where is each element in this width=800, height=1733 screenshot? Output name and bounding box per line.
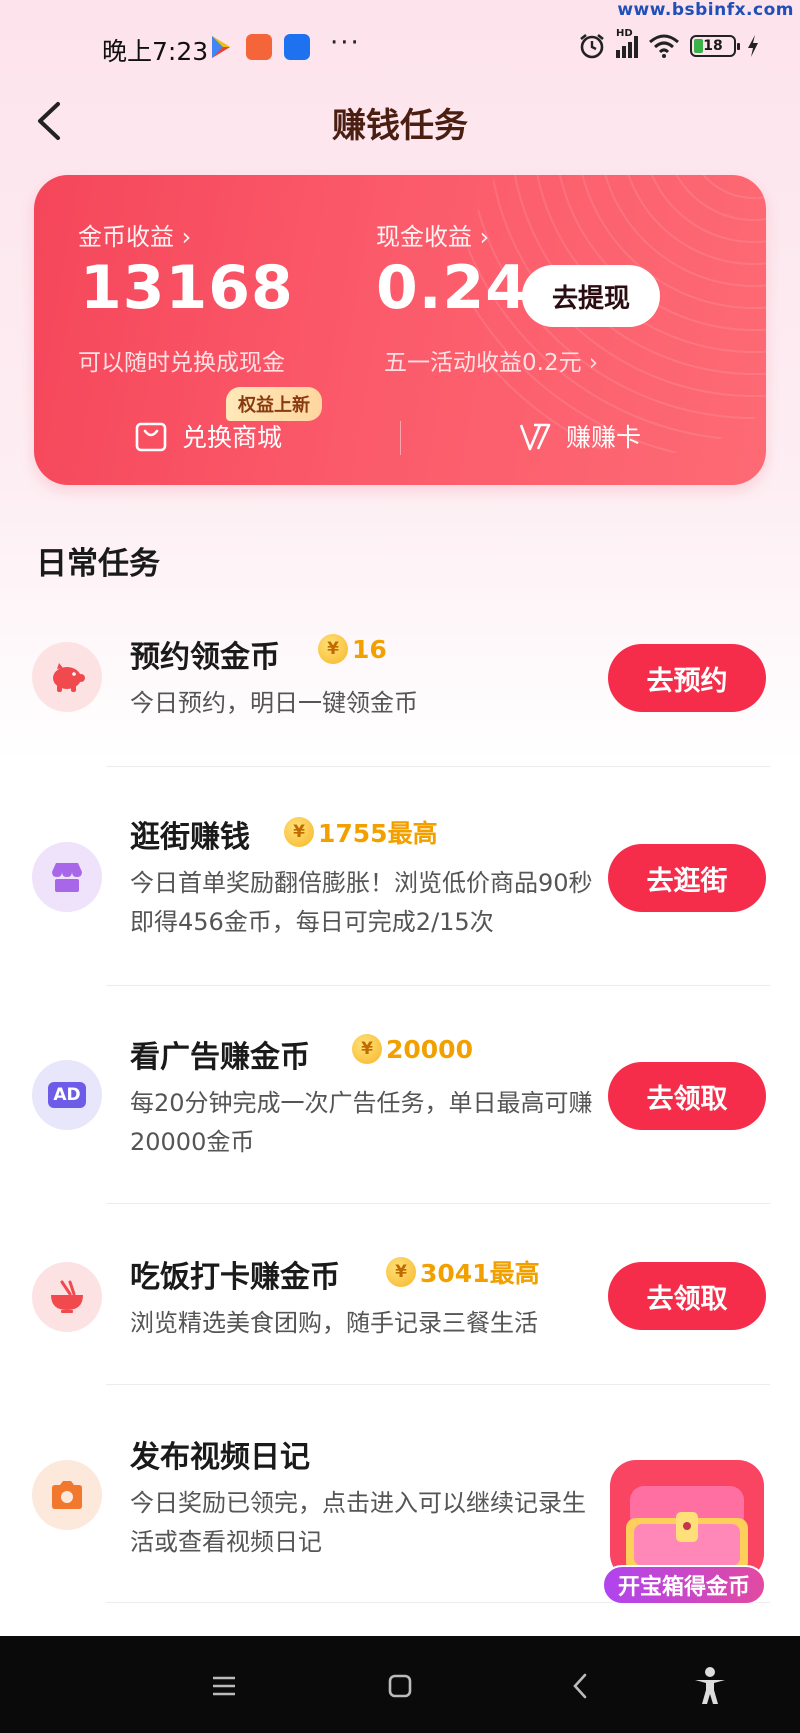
accessibility-button[interactable]: [690, 1666, 730, 1706]
exchange-mall-button[interactable]: 兑换商城: [134, 411, 282, 461]
task-description: 今日首单奖励翻倍膨胀！浏览低价商品90秒即得456金币，每日可完成2/15次: [130, 869, 593, 936]
row-divider: [106, 985, 770, 986]
ad-icon: AD: [48, 1082, 86, 1108]
task-title: 看广告赚金币: [130, 1040, 310, 1075]
status-time: 晚上7:23: [102, 37, 209, 66]
task-title: 逛街赚钱: [130, 820, 250, 855]
task-reward-value: 3041最高: [420, 1259, 540, 1288]
claim-meal-button[interactable]: 去领取: [608, 1262, 766, 1330]
task-description: 浏览精选美食团购，随手记录三餐生活: [130, 1309, 538, 1337]
task-reward: ¥ 3041最高: [386, 1254, 540, 1290]
home-square-icon: [388, 1674, 412, 1698]
signal-icon: HD: [616, 28, 638, 58]
row-divider: [106, 1384, 770, 1385]
coin-icon: ¥: [386, 1257, 416, 1287]
battery-level: 18: [703, 38, 723, 54]
earn-card-label: 赚赚卡: [566, 423, 642, 452]
coin-icon: ¥: [284, 817, 314, 847]
task-icon: [32, 642, 102, 712]
task-title: 发布视频日记: [130, 1440, 310, 1475]
earnings-card: 金币收益 › 13168 可以随时兑换成现金 现金收益 › 0.24 去提现 五…: [34, 175, 766, 485]
app-notification-icon: [284, 34, 310, 60]
charging-icon: [748, 35, 758, 57]
reserve-button[interactable]: 去预约: [608, 644, 766, 712]
play-store-icon: [210, 34, 232, 60]
task-description: 今日预约，明日一键领金币: [130, 689, 418, 717]
treasure-chest-label[interactable]: 开宝箱得金币: [602, 1565, 766, 1605]
nav-back-button[interactable]: [560, 1666, 600, 1706]
coin-earnings-link[interactable]: 金币收益 ›: [78, 217, 191, 252]
section-title: 日常任务: [36, 546, 160, 582]
system-nav-bar: [0, 1636, 800, 1733]
network-type-label: HD: [616, 28, 633, 39]
earn-card-button[interactable]: 赚赚卡: [518, 411, 641, 461]
bowl-icon: [51, 1280, 83, 1313]
claim-ads-button[interactable]: 去领取: [608, 1062, 766, 1130]
shopping-bag-icon: [135, 422, 167, 452]
coin-earnings-subtitle: 可以随时兑换成现金: [78, 350, 285, 376]
task-icon: AD: [32, 1060, 102, 1130]
coin-icon: ¥: [318, 634, 348, 664]
task-reward-value: 16: [352, 634, 387, 664]
row-divider: [106, 1203, 770, 1204]
task-reward: ¥ 16: [318, 634, 387, 664]
go-shopping-button[interactable]: 去逛街: [608, 844, 766, 912]
task-icon: [32, 1262, 102, 1332]
back-arrow-icon: [573, 1673, 587, 1699]
task-icon: [32, 842, 102, 912]
task-icon: [32, 1460, 102, 1530]
activity-earnings-link[interactable]: 五一活动收益0.2元 ›: [384, 343, 598, 377]
wifi-icon: [649, 34, 679, 58]
exchange-mall-label: 兑换商城: [182, 423, 283, 452]
task-description: 今日奖励已领完，点击进入可以继续记录生活或查看视频日记: [130, 1489, 586, 1556]
v-card-icon: [519, 423, 551, 451]
battery-icon: 18: [690, 35, 740, 57]
cash-earnings-link[interactable]: 现金收益 ›: [376, 217, 489, 252]
coin-icon: ¥: [352, 1034, 382, 1064]
more-notifications-icon: ···: [330, 28, 361, 58]
watermark: www.bsbinfx.com: [617, 0, 794, 20]
alarm-icon: [580, 33, 604, 59]
task-reward: ¥ 20000: [352, 1034, 473, 1064]
task-description: 每20分钟完成一次广告任务，单日最高可赚20000金币: [130, 1089, 593, 1156]
store-icon: [52, 863, 82, 892]
camera-icon: [52, 1481, 82, 1509]
task-title: 预约领金币: [130, 640, 280, 675]
withdraw-button[interactable]: 去提现: [522, 265, 660, 327]
piggy-bank-icon: [53, 663, 85, 692]
status-bar: 晚上7:23 ··· HD 18: [0, 26, 800, 66]
card-divider: [400, 421, 401, 455]
page-title: 赚钱任务: [332, 106, 468, 146]
menu-button[interactable]: [204, 1666, 244, 1706]
coin-earnings-value: 13168: [80, 253, 294, 323]
menu-icon: [213, 1676, 235, 1696]
task-reward-value: 20000: [386, 1034, 473, 1064]
home-button[interactable]: [380, 1666, 420, 1706]
task-reward: ¥ 1755最高: [284, 814, 438, 850]
task-title: 吃饭打卡赚金币: [130, 1260, 340, 1295]
accessibility-icon: [695, 1667, 725, 1704]
status-indicators: HD 18: [578, 28, 760, 60]
row-divider: [106, 766, 770, 767]
cash-earnings-value: 0.24: [376, 253, 529, 323]
task-reward-value: 1755最高: [318, 819, 438, 848]
app-notification-icon: [246, 34, 272, 60]
